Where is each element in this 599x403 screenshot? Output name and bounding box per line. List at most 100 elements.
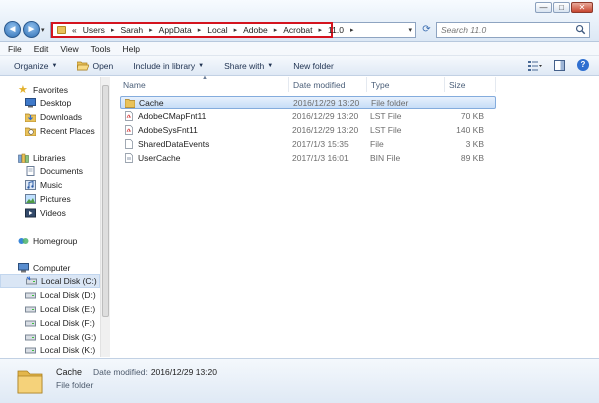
share-with-button[interactable]: Share with ▼ (224, 61, 273, 71)
preview-pane-icon[interactable] (554, 59, 565, 71)
breadcrumb-overflow[interactable]: « (72, 25, 77, 35)
breadcrumb-separator-icon[interactable]: ▸ (234, 26, 238, 34)
file-list: ▲ Name Date modified Type Size Cache 201… (112, 75, 597, 357)
computer-icon (18, 263, 29, 273)
title-bar: — □ ✕ ◄ ► ▾ « Users ▸ Sarah ▸ AppData ▸ … (0, 0, 599, 42)
menu-view[interactable]: View (60, 44, 78, 54)
file-icon (125, 139, 133, 149)
desktop-icon (25, 98, 36, 108)
file-row-shareddataevents[interactable]: SharedDataEvents 2017/1/3 15:35 File 3 K… (120, 138, 496, 151)
search-input[interactable] (437, 23, 567, 37)
file-row-adobesysfnt11[interactable]: AdobeSysFnt11 2016/12/29 13:20 LST File … (120, 124, 496, 137)
column-date-modified[interactable]: Date modified (293, 80, 345, 90)
nav-drive-c[interactable]: Local Disk (C:) (0, 274, 100, 288)
file-name: AdobeCMapFnt11 (138, 111, 207, 121)
breadcrumb-separator-icon[interactable]: ▸ (274, 26, 278, 34)
file-date: 2017/1/3 15:35 (292, 139, 349, 149)
change-view-icon[interactable] (528, 60, 542, 71)
nav-drive-f[interactable]: Local Disk (F:) (0, 316, 100, 330)
column-header: ▲ Name Date modified Type Size (112, 75, 496, 92)
nav-drive-e[interactable]: Local Disk (E:) (0, 302, 100, 316)
file-type: File folder (371, 98, 409, 108)
nav-drive-e-label: Local Disk (E:) (40, 304, 96, 314)
nav-desktop[interactable]: Desktop (0, 96, 100, 110)
drive-icon (25, 334, 36, 341)
maximize-button[interactable]: □ (553, 2, 570, 13)
breadcrumb-local[interactable]: Local (207, 25, 227, 35)
downloads-icon (25, 113, 36, 122)
column-divider[interactable] (495, 77, 496, 92)
breadcrumb-acrobat[interactable]: Acrobat (283, 25, 312, 35)
breadcrumb-separator-icon[interactable]: ▸ (319, 26, 323, 34)
nav-videos[interactable]: Videos (0, 206, 100, 220)
nav-recent-places[interactable]: Recent Places (0, 124, 100, 138)
bin-file-icon (125, 153, 133, 163)
libraries-icon (18, 153, 29, 163)
column-divider[interactable] (288, 77, 289, 92)
nav-libraries[interactable]: Libraries (0, 151, 100, 165)
file-size: 3 KB (465, 139, 484, 149)
address-bar[interactable]: « Users ▸ Sarah ▸ AppData ▸ Local ▸ Adob… (50, 22, 416, 38)
nav-drive-g[interactable]: Local Disk (G:) (0, 330, 100, 344)
include-in-library-button[interactable]: Include in library ▼ (133, 61, 204, 71)
chevron-down-icon: ▼ (267, 62, 274, 69)
file-date: 2016/12/29 13:20 (293, 98, 360, 108)
nav-music[interactable]: Music (0, 178, 100, 192)
close-button[interactable]: ✕ (571, 2, 593, 13)
column-name[interactable]: Name (123, 80, 146, 90)
breadcrumb-appdata[interactable]: AppData (159, 25, 192, 35)
nav-downloads[interactable]: Downloads (0, 110, 100, 124)
column-size[interactable]: Size (449, 80, 466, 90)
window-controls: — □ ✕ (535, 2, 593, 13)
file-row-usercache[interactable]: UserCache 2017/1/3 16:01 BIN File 89 KB (120, 152, 496, 165)
file-size: 89 KB (460, 153, 484, 163)
breadcrumb-separator-icon[interactable]: ▸ (198, 26, 202, 34)
include-in-library-label: Include in library (133, 60, 196, 71)
column-divider[interactable] (366, 77, 367, 92)
toolbar-right: ? (528, 59, 589, 71)
search-icon[interactable] (575, 24, 586, 35)
navigation-scrollbar-thumb[interactable] (102, 85, 109, 317)
nav-computer[interactable]: Computer (0, 261, 100, 275)
share-with-label: Share with (224, 60, 265, 71)
nav-drive-c-label: Local Disk (C:) (41, 276, 97, 286)
nav-recent-places-label: Recent Places (40, 126, 95, 136)
recent-pages-dropdown[interactable]: ▾ (41, 26, 45, 34)
nav-videos-label: Videos (40, 208, 66, 218)
back-button[interactable]: ◄ (4, 21, 21, 38)
menu-edit[interactable]: Edit (34, 44, 49, 54)
file-row-adobecmapfnt11[interactable]: AdobeCMapFnt11 2016/12/29 13:20 LST File… (120, 110, 496, 123)
new-folder-button[interactable]: New folder (293, 61, 334, 71)
menu-help[interactable]: Help (122, 44, 139, 54)
chevron-down-icon: ▼ (51, 62, 58, 69)
column-type[interactable]: Type (371, 80, 389, 90)
help-icon[interactable]: ? (577, 59, 589, 71)
breadcrumb-adobe[interactable]: Adobe (243, 25, 268, 35)
breadcrumb-11-0[interactable]: 11.0 (328, 25, 344, 35)
navigation-scrollbar[interactable] (100, 77, 110, 357)
menu-file[interactable]: File (8, 44, 22, 54)
forward-button[interactable]: ► (23, 21, 40, 38)
nav-homegroup[interactable]: Homegroup (0, 234, 100, 248)
address-dropdown-icon[interactable]: ▾ (408, 26, 412, 34)
nav-pictures[interactable]: Pictures (0, 192, 100, 206)
file-row-cache[interactable]: Cache 2016/12/29 13:20 File folder (120, 96, 496, 109)
breadcrumb-separator-icon[interactable]: ▸ (350, 26, 354, 34)
breadcrumb-sarah[interactable]: Sarah (120, 25, 143, 35)
star-icon: ★ (18, 84, 28, 96)
nav-favorites[interactable]: ★ Favorites (0, 83, 100, 97)
open-button[interactable]: Open (77, 61, 113, 71)
organize-button[interactable]: Organize ▼ (14, 61, 57, 71)
nav-documents[interactable]: Documents (0, 164, 100, 178)
breadcrumb-separator-icon[interactable]: ▸ (111, 26, 115, 34)
nav-drive-d[interactable]: Local Disk (D:) (0, 288, 100, 302)
nav-drive-k[interactable]: Local Disk (K:) (0, 343, 100, 357)
column-divider[interactable] (444, 77, 445, 92)
minimize-button[interactable]: — (535, 2, 552, 13)
breadcrumb-users[interactable]: Users (83, 25, 105, 35)
breadcrumb-separator-icon[interactable]: ▸ (149, 26, 153, 34)
refresh-icon[interactable]: ⟳ (420, 24, 433, 37)
nav-music-label: Music (40, 180, 63, 190)
menu-tools[interactable]: Tools (91, 44, 111, 54)
sort-ascending-icon: ▲ (202, 75, 208, 81)
